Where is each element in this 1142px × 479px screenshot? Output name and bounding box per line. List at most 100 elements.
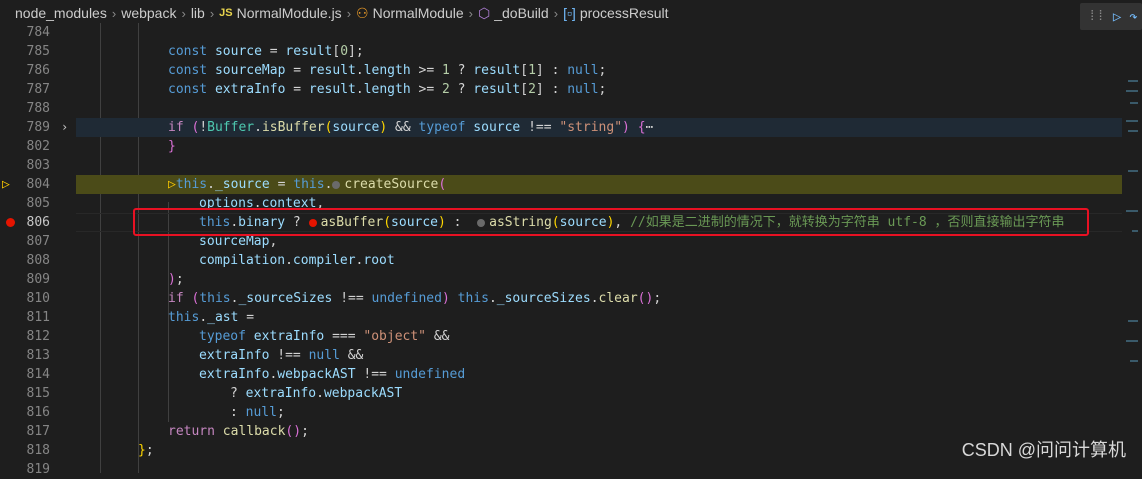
code-text[interactable]: }; <box>138 441 154 460</box>
code-text[interactable]: typeof extraInfo === "object" && <box>199 327 450 346</box>
line-number[interactable]: 815 <box>0 384 50 403</box>
line-number[interactable]: 817 <box>0 422 50 441</box>
code-line[interactable]: 803 <box>0 156 1122 175</box>
code-line[interactable]: 814 extraInfo.webpackAST !== undefined <box>0 365 1122 384</box>
code-token: 1 <box>441 63 450 78</box>
breadcrumb-item-node-modules[interactable]: node_modules <box>15 5 107 21</box>
breadcrumb-item-class[interactable]: NormalModule <box>373 5 464 21</box>
breadcrumb-item-webpack[interactable]: webpack <box>121 5 176 21</box>
code-text[interactable]: return callback(); <box>168 422 309 441</box>
code-token: const <box>168 44 215 59</box>
code-token: ) <box>622 120 630 135</box>
code-token: createSource <box>344 177 439 192</box>
code-text[interactable]: } <box>168 137 176 156</box>
code-text[interactable]: extraInfo !== null && <box>199 346 363 365</box>
code-text[interactable]: if (!Buffer.isBuffer(source) && typeof s… <box>168 118 653 137</box>
code-token: extraInfo <box>199 367 270 382</box>
line-number[interactable]: 808 <box>0 251 50 270</box>
code-text[interactable]: this._ast = <box>168 308 254 327</box>
code-line[interactable]: 784 <box>0 23 1122 42</box>
code-text[interactable]: ); <box>168 270 184 289</box>
code-line[interactable]: 819 <box>0 460 1122 479</box>
code-token: return <box>168 424 223 439</box>
code-text[interactable]: if (this._sourceSizes !== undefined) thi… <box>168 289 661 308</box>
line-number[interactable]: 785 <box>0 42 50 61</box>
breakpoint-icon[interactable] <box>6 218 15 227</box>
line-number[interactable]: 810 <box>0 289 50 308</box>
code-line[interactable]: 817 return callback(); <box>0 422 1122 441</box>
inline-execution-marker-icon[interactable]: ▷ <box>168 177 176 192</box>
code-token: sourceMap <box>199 234 270 249</box>
code-token: [ <box>520 63 529 78</box>
code-line[interactable]: 816 : null; <box>0 403 1122 422</box>
line-number[interactable]: 807 <box>0 232 50 251</box>
code-line[interactable]: 813 extraInfo !== null && <box>0 346 1122 365</box>
line-number[interactable]: 787 <box>0 80 50 99</box>
line-number[interactable]: 809 <box>0 270 50 289</box>
breadcrumb-item-method[interactable]: _doBuild <box>494 5 549 21</box>
chevron-right-icon: › <box>209 5 215 21</box>
code-token: ! <box>199 120 208 135</box>
code-text[interactable]: compilation.compiler.root <box>199 251 395 270</box>
code-text[interactable]: : null; <box>230 403 285 422</box>
code-line[interactable]: 811 this._ast = <box>0 308 1122 327</box>
code-line[interactable]: 789 › if (!Buffer.isBuffer(source) && type… <box>0 118 1122 137</box>
line-number[interactable]: 786 <box>0 61 50 80</box>
line-number[interactable]: 802 <box>0 137 50 156</box>
code-editor[interactable]: 784 785 const source = result[0]; 786 const … <box>0 22 1142 477</box>
code-line[interactable]: 788 <box>0 99 1122 118</box>
code-text[interactable]: const extraInfo = result.length >= 2 ? r… <box>168 80 606 99</box>
code-text[interactable]: const source = result[0]; <box>168 42 364 61</box>
code-line[interactable]: 785 const source = result[0]; <box>0 42 1122 61</box>
line-number[interactable]: 811 <box>0 308 50 327</box>
code-text[interactable]: ▷this._source = this. createSource( <box>168 175 446 194</box>
breadcrumb-item-lib[interactable]: lib <box>191 5 205 21</box>
code-token: if <box>168 291 192 306</box>
code-line[interactable]: 810 if (this._sourceSizes !== undefined) … <box>0 289 1122 308</box>
line-number[interactable]: 812 <box>0 327 50 346</box>
code-token: !== <box>269 348 309 363</box>
code-text[interactable]: extraInfo.webpackAST !== undefined <box>199 365 465 384</box>
code-token: this <box>457 291 489 306</box>
line-number[interactable]: 784 <box>0 23 50 42</box>
line-number[interactable]: 814 <box>0 365 50 384</box>
code-token: callback <box>222 424 286 439</box>
breadcrumb-item-function[interactable]: processResult <box>580 5 669 21</box>
code-token: = <box>269 177 294 192</box>
code-token: extraInfo <box>199 348 270 363</box>
breadcrumb-item-file[interactable]: NormalModule.js <box>237 5 342 21</box>
line-number[interactable]: 803 <box>0 156 50 175</box>
code-line[interactable]: 802} <box>0 137 1122 156</box>
paused-breakpoint-icon[interactable]: ▷ <box>2 175 10 194</box>
line-number[interactable]: 789 <box>0 118 50 137</box>
code-token: 1 <box>528 63 536 78</box>
code-token: const <box>168 82 215 97</box>
line-number[interactable]: 788 <box>0 99 50 118</box>
line-number[interactable]: 813 <box>0 346 50 365</box>
code-line[interactable]: 815 ? extraInfo.webpackAST <box>0 384 1122 403</box>
code-line[interactable]: 818}; <box>0 441 1122 460</box>
code-text[interactable]: ? extraInfo.webpackAST <box>230 384 402 403</box>
inline-breakpoint-candidate-icon[interactable] <box>332 180 341 189</box>
code-token: this <box>168 310 200 325</box>
line-number[interactable]: 818 <box>0 441 50 460</box>
code-line[interactable]: 812 typeof extraInfo === "object" && <box>0 327 1122 346</box>
code-token: ; <box>175 272 184 287</box>
code-line[interactable]: 808 compilation.compiler.root <box>0 251 1122 270</box>
method-icon: ⬡ <box>477 4 491 21</box>
minimap[interactable] <box>1122 30 1142 470</box>
code-token: webpackAST <box>277 367 356 382</box>
line-number[interactable]: 805 <box>0 194 50 213</box>
line-number[interactable]: 816 <box>0 403 50 422</box>
code-text[interactable]: const sourceMap = result.length >= 1 ? r… <box>168 61 606 80</box>
code-line[interactable]: 786 const sourceMap = result.length >= 1 … <box>0 61 1122 80</box>
fold-chevron-icon[interactable]: › <box>61 118 68 137</box>
code-line[interactable]: 804 ▷ ▷this._source = this. createSource( <box>0 175 1122 194</box>
code-token: . <box>199 310 208 325</box>
line-number[interactable]: 819 <box>0 460 50 479</box>
code-token: && <box>339 348 364 363</box>
code-line[interactable]: 787 const extraInfo = result.length >= 2 … <box>0 80 1122 99</box>
code-line[interactable]: 809); <box>0 270 1122 289</box>
code-token: = <box>261 44 286 59</box>
